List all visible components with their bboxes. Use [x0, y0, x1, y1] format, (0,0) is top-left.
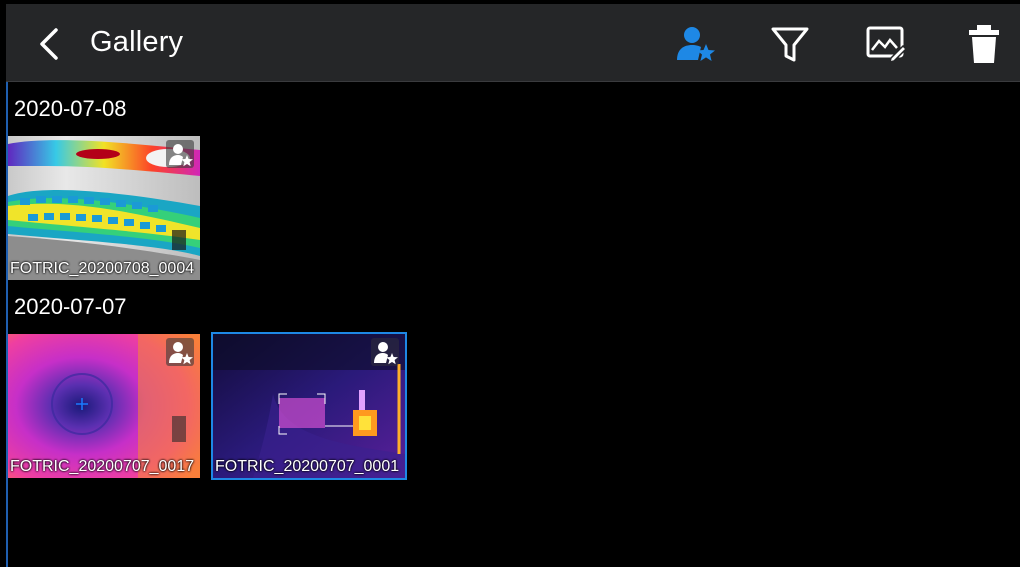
back-arrow-icon[interactable]: [34, 24, 70, 64]
page-title: Gallery: [90, 26, 184, 58]
gallery-thumbnail-selected[interactable]: FOTRIC_20200707_0001: [211, 332, 407, 480]
thumbnail-caption: FOTRIC_20200707_0001: [215, 458, 400, 475]
thumbnail-caption: FOTRIC_20200707_0017: [10, 458, 195, 475]
favorite-badge-icon: [371, 338, 399, 366]
top-app-bar: Gallery: [6, 4, 1020, 82]
filter-icon[interactable]: [768, 22, 812, 66]
favorite-badge-icon: [166, 140, 194, 168]
edit-image-icon[interactable]: [864, 22, 908, 66]
favorite-user-icon[interactable]: [674, 22, 718, 66]
gallery-thumbnail[interactable]: FOTRIC_20200708_0004: [8, 136, 200, 280]
date-header-group-1: 2020-07-08: [14, 96, 127, 121]
favorite-badge-icon: [166, 338, 194, 366]
gallery-screen: [6, 4, 1020, 567]
date-header-group-2: 2020-07-07: [14, 294, 127, 319]
delete-icon[interactable]: [962, 22, 1006, 66]
thumbnail-caption: FOTRIC_20200708_0004: [10, 260, 195, 277]
gallery-thumbnail[interactable]: FOTRIC_20200707_0017: [8, 334, 200, 478]
